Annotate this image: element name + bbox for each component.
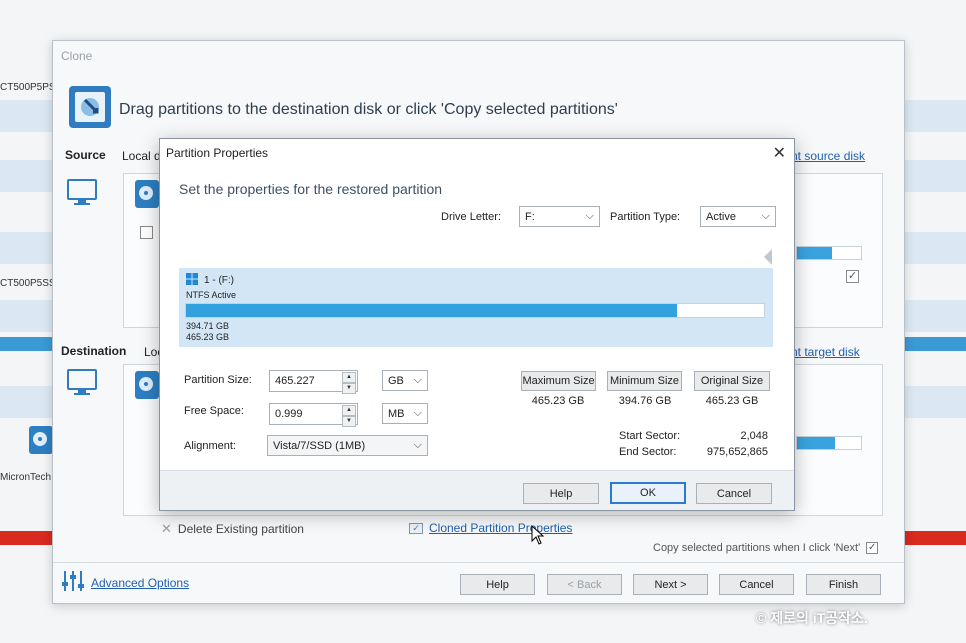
watermark: © 제로의 iT공작소. [756, 610, 868, 626]
partition-usage-bar [185, 303, 765, 318]
select-destination-link[interactable]: nt target disk [791, 345, 860, 359]
monitor-icon [67, 369, 97, 397]
free-space-unit-select[interactable]: MB ⌵ [382, 403, 428, 424]
free-space-stepper[interactable]: ▲ ▼ [342, 405, 356, 427]
footer-divider [53, 562, 904, 563]
alignment-select[interactable]: Vista/7/SSD (1MB) ⌵ [267, 435, 428, 456]
maximum-size-value: 465.23 GB [531, 395, 585, 407]
end-sector-label: End Sector: [619, 446, 677, 458]
free-space-value: 0.999 [275, 408, 303, 420]
free-space-label: Free Space: [184, 405, 244, 417]
copy-when-next-label: Copy selected partitions when I click 'N… [653, 542, 861, 554]
cloned-properties-option[interactable]: ✓ Cloned Partition Properties [409, 521, 572, 535]
partition-size-value: 465.227 [275, 375, 315, 387]
finish-button[interactable]: Finish [806, 574, 881, 595]
source-sub: Local d [122, 149, 161, 163]
close-icon[interactable]: ✕ [773, 143, 786, 163]
clone-logo-icon [67, 84, 113, 130]
partition-header: 1 - (F:) [186, 273, 234, 288]
bg-disk-icon [28, 425, 54, 455]
start-sector-value: 2,048 [740, 430, 768, 442]
help-button[interactable]: Help [460, 574, 535, 595]
dialog-help-button[interactable]: Help [523, 483, 599, 504]
partition-total: 465.23 GB [186, 332, 230, 342]
delete-existing-label: Delete Existing partition [177, 522, 304, 536]
source-select-checkbox[interactable]: ✓ [846, 270, 859, 283]
partition-type-select[interactable]: Active ⌵ [700, 206, 776, 227]
monitor-icon [67, 179, 97, 207]
back-button[interactable]: < Back [547, 574, 622, 595]
start-sector-label: Start Sector: [619, 430, 681, 442]
original-size-value: 465.23 GB [705, 395, 759, 407]
free-space-input[interactable]: 0.999 ▲ ▼ [269, 403, 358, 427]
bg-vendor-label: Micron [0, 472, 31, 483]
partition-size-label: Partition Size: [184, 374, 252, 386]
partition-preview[interactable]: 1 - (F:) NTFS Active 394.71 GB 465.23 GB [179, 268, 773, 347]
partition-size-unit: GB [388, 374, 404, 387]
bg-disk-label: CT500P5PS [0, 82, 56, 93]
partition-size-input[interactable]: 465.227 ▲ ▼ [269, 370, 358, 394]
drive-letter-label: Drive Letter: [441, 211, 501, 223]
destination-usage-bar [796, 436, 862, 450]
chevron-down-icon: ⌵ [413, 439, 422, 451]
maximum-size-button[interactable]: Maximum Size [521, 371, 596, 391]
free-space-unit: MB [388, 407, 405, 420]
partition-properties-dialog: Partition Properties ✕ Set the propertie… [159, 138, 795, 511]
bg-vendor-label: Tech [30, 472, 52, 483]
copy-when-next-option[interactable]: Copy selected partitions when I click 'N… [653, 542, 879, 554]
select-source-link[interactable]: nt source disk [791, 149, 865, 163]
sliders-icon [61, 570, 85, 597]
copy-when-next-checkbox[interactable]: ✓ [866, 542, 879, 554]
drive-letter-value: F: [525, 210, 535, 223]
advanced-options-link[interactable]: Advanced Options [91, 576, 189, 590]
delete-existing-option[interactable]: ✕ Delete Existing partition [161, 521, 304, 537]
source-partition-checkbox[interactable] [140, 226, 153, 239]
cloned-properties-link[interactable]: Cloned Partition Properties [429, 521, 572, 535]
window-title: Clone [61, 49, 93, 63]
source-usage-bar [796, 246, 862, 260]
destination-label: Destination [61, 344, 127, 358]
dialog-heading: Set the properties for the restored part… [179, 181, 443, 197]
properties-icon: ✓ [409, 522, 423, 534]
clone-heading: Drag partitions to the destination disk … [119, 101, 618, 118]
partition-used: 394.71 GB [186, 321, 230, 331]
dialog-cancel-button[interactable]: Cancel [696, 483, 772, 504]
partition-name: 1 - (F:) [204, 275, 234, 286]
next-button[interactable]: Next > [633, 574, 708, 595]
partition-type-value: Active [706, 210, 736, 223]
partition-size-stepper[interactable]: ▲ ▼ [342, 372, 356, 394]
dialog-title: Partition Properties [166, 146, 269, 160]
end-sector-value: 975,652,865 [706, 446, 768, 458]
original-size-button[interactable]: Original Size [694, 371, 770, 391]
disk-icon [134, 179, 160, 209]
partition-fs: NTFS Active [186, 290, 237, 300]
chevron-down-icon: ⌵ [585, 210, 594, 222]
partition-size-unit-select[interactable]: GB ⌵ [382, 370, 428, 391]
alignment-value: Vista/7/SSD (1MB) [273, 439, 366, 452]
minimum-size-value: 394.76 GB [618, 395, 672, 407]
ok-button[interactable]: OK [610, 482, 686, 504]
chevron-down-icon: ⌵ [761, 210, 770, 222]
drive-letter-select[interactable]: F: ⌵ [519, 206, 600, 227]
scroll-left-icon[interactable] [764, 249, 772, 265]
dialog-footer: Help OK Cancel [160, 470, 794, 510]
chevron-down-icon: ⌵ [413, 374, 422, 386]
disk-icon [134, 370, 160, 400]
windows-icon [186, 273, 198, 288]
minimum-size-button[interactable]: Minimum Size [607, 371, 682, 391]
alignment-label: Alignment: [184, 440, 236, 452]
partition-type-label: Partition Type: [610, 211, 681, 223]
chevron-down-icon: ⌵ [413, 407, 422, 419]
mouse-cursor-icon [531, 524, 545, 550]
source-label: Source [65, 148, 106, 162]
delete-x-icon: ✕ [161, 521, 172, 536]
partition-usage-fill [186, 304, 678, 317]
cancel-button[interactable]: Cancel [719, 574, 794, 595]
